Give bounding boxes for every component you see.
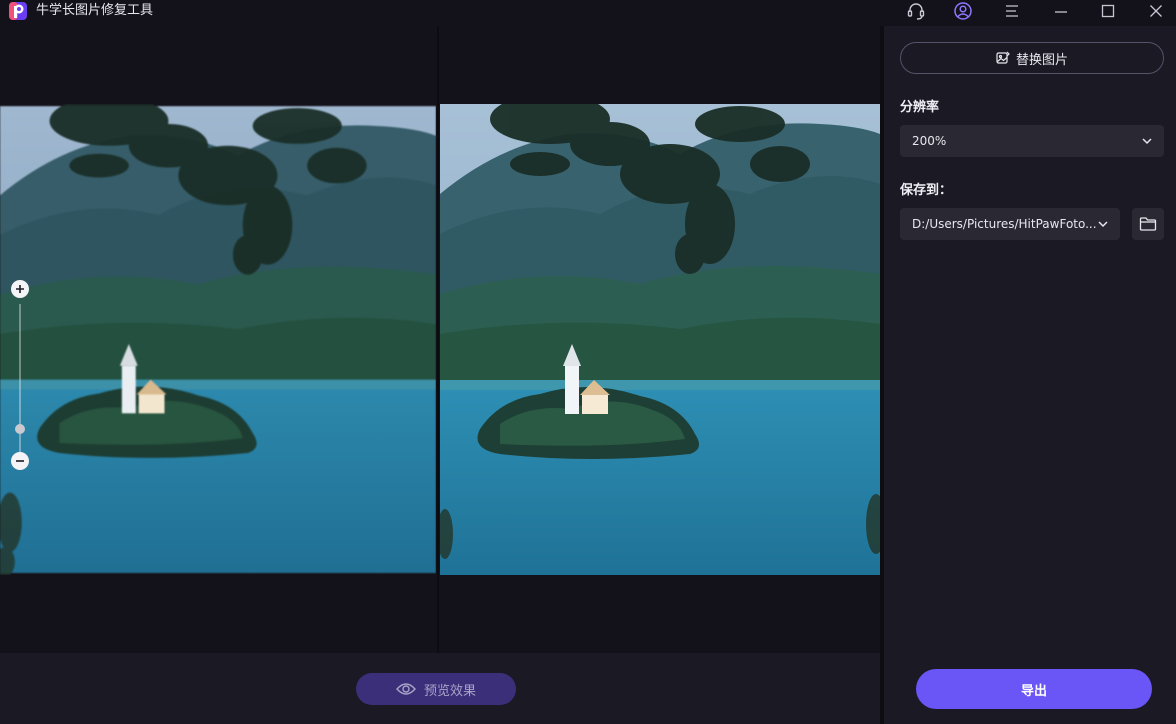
menu-icon — [1006, 5, 1018, 17]
zoom-in-button[interactable] — [11, 280, 29, 298]
enhanced-photo — [440, 104, 880, 575]
minimize-button[interactable] — [1050, 0, 1072, 22]
menu-button[interactable] — [1001, 0, 1023, 22]
zoom-out-button[interactable] — [11, 452, 29, 470]
enhanced-image[interactable] — [440, 104, 880, 575]
save-to-label: 保存到： — [900, 183, 953, 198]
export-label: 导出 — [1020, 683, 1047, 699]
folder-icon — [1139, 217, 1157, 231]
replace-image-label: 替换图片 — [1015, 52, 1068, 68]
minus-icon — [16, 460, 24, 462]
headset-icon — [907, 3, 925, 20]
zoom-slider-thumb[interactable] — [15, 424, 25, 434]
support-button[interactable] — [905, 0, 927, 22]
chevron-down-icon — [1142, 138, 1152, 145]
chevron-down-icon — [1098, 221, 1108, 228]
resolution-label: 分辨率 — [900, 100, 940, 115]
app-window: 牛学长图片修复工具 预览效果 替换图片 分辨率 200% 保存到： D:/Use… — [0, 0, 1176, 724]
image-replace-icon — [996, 51, 1010, 64]
close-button[interactable] — [1145, 0, 1167, 22]
user-account-icon — [954, 2, 972, 20]
maximize-icon — [1101, 4, 1115, 18]
close-icon — [1150, 5, 1162, 17]
plus-icon — [16, 285, 24, 293]
compare-divider[interactable] — [437, 26, 439, 653]
export-button[interactable]: 导出 — [916, 669, 1152, 709]
save-path-select[interactable]: D:/Users/Pictures/HitPawFoto... — [900, 208, 1120, 240]
zoom-control — [10, 280, 30, 472]
replace-image-button[interactable]: 替换图片 — [900, 42, 1164, 74]
app-logo-icon — [9, 2, 27, 20]
save-path-value: D:/Users/Pictures/HitPawFoto... — [912, 217, 1097, 231]
title-bar: 牛学长图片修复工具 — [0, 0, 1176, 22]
preview-button[interactable]: 预览效果 — [356, 673, 516, 705]
eye-icon — [396, 683, 416, 695]
account-button[interactable] — [952, 0, 974, 22]
minimize-icon — [1055, 11, 1067, 13]
resolution-value: 200% — [912, 134, 947, 148]
original-photo — [0, 104, 436, 575]
maximize-button[interactable] — [1097, 0, 1119, 22]
resolution-select[interactable]: 200% — [900, 125, 1164, 157]
app-title: 牛学长图片修复工具 — [36, 3, 154, 18]
original-image[interactable] — [0, 104, 436, 575]
browse-folder-button[interactable] — [1132, 208, 1164, 240]
preview-label: 预览效果 — [423, 683, 476, 699]
